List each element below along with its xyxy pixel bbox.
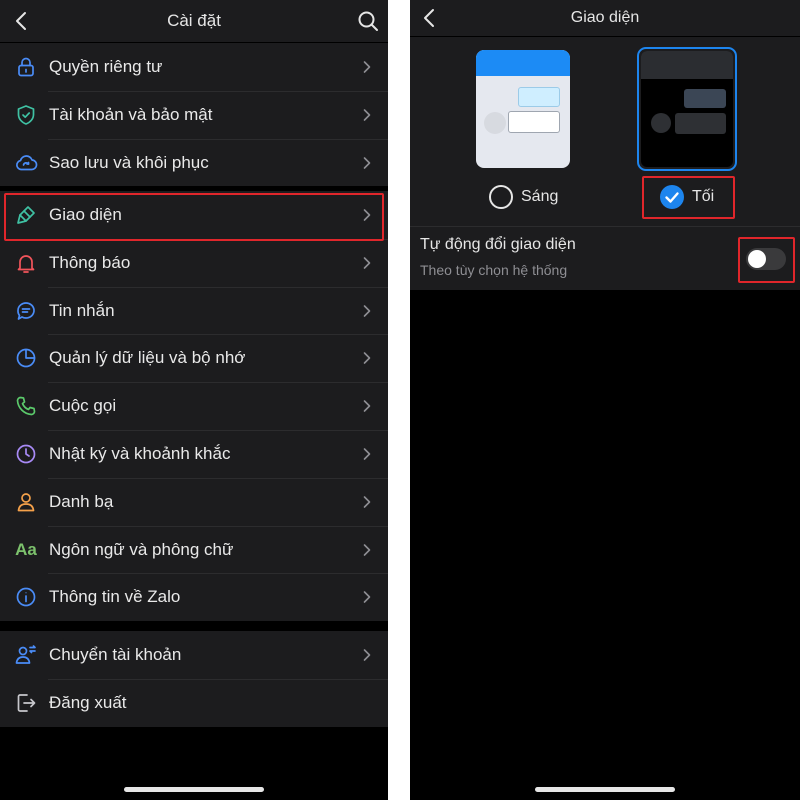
lock-icon [14,55,38,79]
settings-item-phone[interactable]: Cuộc gọi [0,382,388,430]
settings-item-switch-account[interactable]: Chuyển tài khoản [0,631,388,679]
chevron-right-icon [362,351,372,365]
light-theme-radio[interactable] [489,185,513,209]
chevron-right-icon [362,543,372,557]
settings-screen: Cài đặt Quyền riêng tư Tài khoản và bảo m… [0,0,388,800]
settings-item-shield[interactable]: Tài khoản và bảo mật [0,90,388,139]
settings-item-label: Quản lý dữ liệu và bộ nhớ [49,348,246,368]
cloud-sync-icon [14,151,38,175]
page-title: Giao diện [570,9,640,26]
divider [410,226,800,227]
settings-item-label: Tài khoản và bảo mật [49,104,213,124]
settings-item-label: Sao lưu và khôi phục [49,152,209,172]
settings-item-label: Thông báo [49,252,131,272]
settings-item-bell[interactable]: Thông báo [0,238,388,287]
person-icon [14,490,38,514]
dark-theme-preview[interactable] [641,51,733,167]
search-icon[interactable] [356,9,380,33]
toggle-highlight-box [738,237,795,283]
giao-dien-highlight-box [4,193,384,241]
home-indicator [535,787,675,792]
chevron-right-icon [362,108,372,122]
chevron-right-icon [362,648,372,662]
light-theme-label: Sáng [521,188,559,205]
settings-item-pie-chart[interactable]: Quản lý dữ liệu và bộ nhớ [0,334,388,382]
auto-switch-title: Tự động đổi giao diện [420,236,576,253]
settings-item-label: Ngôn ngữ và phông chữ [49,539,234,559]
pie-chart-icon [14,346,38,370]
font-aa-icon: Aa [15,539,37,559]
bell-icon [14,251,38,275]
home-indicator [124,787,264,792]
chat-bubble-icon [14,299,38,323]
page-title: Cài đặt [167,11,221,30]
settings-item-label: Cuộc gọi [49,396,117,416]
settings-item-clock[interactable]: Nhật ký và khoảnh khắc [0,429,388,478]
settings-item-logout[interactable]: Đăng xuất [0,678,388,727]
chevron-right-icon [362,447,372,461]
auto-switch-subtitle: Theo tùy chọn hệ thống [420,262,568,278]
chevron-right-icon [362,156,372,170]
switch-account-icon [14,643,38,667]
settings-group-session: Chuyển tài khoản Đăng xuất [0,631,388,727]
dark-option-highlight-box [642,176,735,219]
light-theme-preview[interactable] [476,50,570,168]
shield-icon [14,103,38,127]
chevron-right-icon [362,304,372,318]
settings-item-label: Đăng xuất [49,692,127,712]
light-theme-option[interactable]: Sáng [489,183,579,211]
settings-item-label: Danh bạ [49,491,114,511]
chevron-right-icon [362,590,372,604]
settings-item-font-aa[interactable]: Aa Ngôn ngữ và phông chữ [0,525,388,574]
settings-item-label: Nhật ký và khoảnh khắc [49,443,231,463]
settings-item-label: Tin nhắn [49,300,115,320]
chevron-right-icon [362,399,372,413]
appearance-screen: Giao diện Sáng Tối Tự động đổi giao diện… [410,0,800,800]
appearance-header: Giao diện [410,0,800,36]
chevron-right-icon [362,256,372,270]
settings-group-general: Giao diện Thông báo Tin nhắn Quản lý dữ liệ… [0,191,388,622]
chevron-right-icon [362,495,372,509]
info-icon [14,585,38,609]
settings-item-info[interactable]: Thông tin về Zalo [0,573,388,621]
settings-item-person[interactable]: Danh bạ [0,477,388,526]
settings-item-label: Quyền riêng tư [49,57,163,76]
settings-item-chat-bubble[interactable]: Tin nhắn [0,286,388,335]
chevron-right-icon [362,60,372,74]
logout-icon [14,691,38,715]
clock-icon [14,442,38,466]
settings-item-label: Thông tin về Zalo [49,587,181,607]
phone-icon [14,394,38,418]
settings-header: Cài đặt [0,0,388,42]
settings-group-account: Quyền riêng tư Tài khoản và bảo mật Sao lư… [0,43,388,187]
settings-item-label: Chuyển tài khoản [49,645,182,664]
settings-item-lock[interactable]: Quyền riêng tư [0,43,388,91]
theme-panel: Sáng Tối Tự động đổi giao diện Theo tùy … [410,37,800,290]
settings-item-cloud-sync[interactable]: Sao lưu và khôi phục [0,138,388,187]
